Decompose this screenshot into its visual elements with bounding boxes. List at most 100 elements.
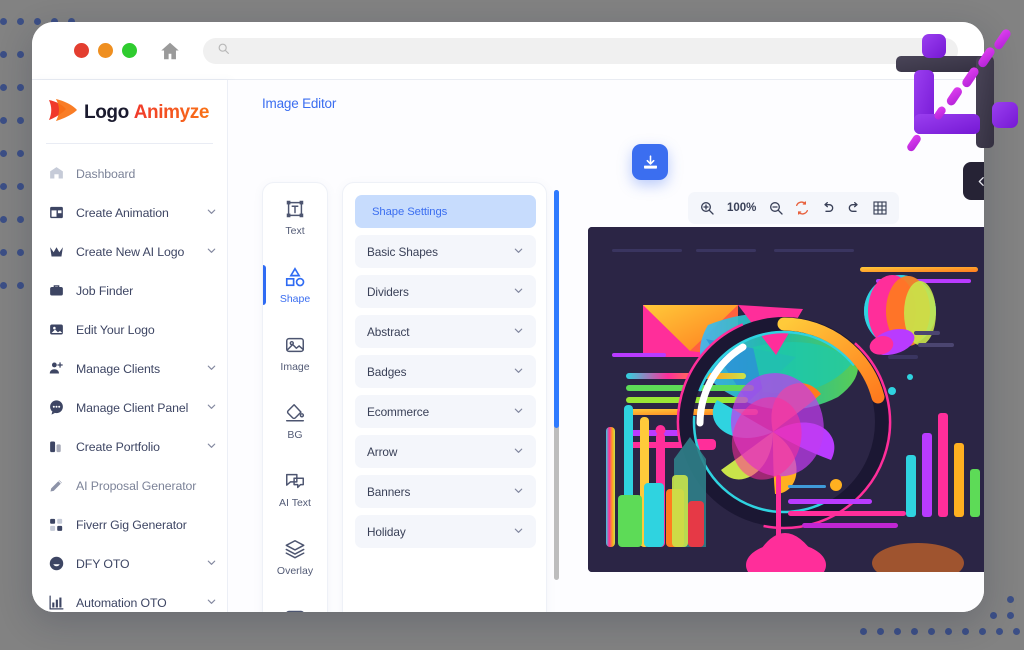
tool-bg[interactable]: BG (263, 387, 327, 455)
sidebar-item-create-portfolio[interactable]: Create Portfolio (32, 427, 227, 466)
decorative-dot (1007, 612, 1014, 619)
shape-category-list: Basic Shapes Dividers Abstract Badges Ecomme… (355, 235, 536, 548)
chevron-down-icon[interactable] (513, 443, 524, 461)
tool-youtube[interactable]: YouTube (263, 591, 327, 612)
sidebar-item-label: AI Proposal Generator (76, 478, 197, 493)
shape-category-badges[interactable]: Badges (355, 355, 536, 388)
minimize-window-button[interactable] (98, 43, 113, 58)
shape-category-basic-shapes[interactable]: Basic Shapes (355, 235, 536, 268)
sidebar-item-dashboard[interactable]: Dashboard (32, 154, 227, 193)
sidebar-divider (46, 143, 213, 144)
home-icon[interactable] (159, 40, 181, 62)
address-bar[interactable] (203, 37, 958, 64)
chevron-down-icon[interactable] (513, 523, 524, 541)
download-button[interactable] (632, 144, 668, 180)
brand-logo[interactable]: Logo Animyze (32, 80, 227, 143)
zoom-out-icon[interactable] (763, 195, 789, 221)
youtube-icon (284, 606, 306, 612)
sidebar-item-label: Manage Clients (76, 361, 161, 376)
shapes-icon (284, 266, 306, 288)
shape-category-label: Banners (367, 484, 411, 499)
decorative-dot (911, 628, 918, 635)
decorative-dot (928, 628, 935, 635)
shape-category-label: Ecommerce (367, 404, 430, 419)
undo-icon[interactable] (815, 195, 841, 221)
decorative-dot (894, 628, 901, 635)
browser-window: Logo Animyze Dashboard Create Animation Cr… (32, 22, 984, 612)
sidebar-item-fiverr-gig-generator[interactable]: Fiverr Gig Generator (32, 505, 227, 544)
pencil-icon (48, 477, 65, 494)
chevron-down-icon[interactable] (206, 399, 217, 417)
sidebar-nav: Dashboard Create Animation Create New AI L… (32, 152, 227, 612)
sidebar-item-dfy-oto[interactable]: DFY OTO (32, 544, 227, 583)
tool-image[interactable]: Image (263, 319, 327, 387)
chevron-down-icon[interactable] (513, 283, 524, 301)
shape-settings-header-label: Shape Settings (372, 205, 448, 218)
refresh-icon[interactable] (789, 195, 815, 221)
shape-category-label: Basic Shapes (367, 244, 438, 259)
tool-text[interactable]: Text (263, 183, 327, 251)
chevron-down-icon[interactable] (513, 483, 524, 501)
chevron-down-icon[interactable] (206, 243, 217, 261)
shape-category-holiday[interactable]: Holiday (355, 515, 536, 548)
sidebar-item-manage-client-panel[interactable]: Manage Client Panel (32, 388, 227, 427)
shape-category-ecommerce[interactable]: Ecommerce (355, 395, 536, 428)
shape-panel-scrollbar-thumb[interactable] (554, 190, 559, 428)
close-window-button[interactable] (74, 43, 89, 58)
chevron-down-icon[interactable] (513, 323, 524, 341)
sidebar-item-label: Dashboard (76, 166, 136, 181)
shape-category-abstract[interactable]: Abstract (355, 315, 536, 348)
chevron-down-icon[interactable] (513, 363, 524, 381)
decorative-dot (17, 183, 24, 190)
tool-ai-text[interactable]: AI Text (263, 455, 327, 523)
page-title: Image Editor (262, 96, 337, 111)
sidebar-item-create-new-ai-logo[interactable]: Create New AI Logo (32, 232, 227, 271)
shape-category-dividers[interactable]: Dividers (355, 275, 536, 308)
zoom-in-icon[interactable] (694, 195, 720, 221)
tool-shape[interactable]: Shape (263, 251, 327, 319)
shape-category-arrow[interactable]: Arrow (355, 435, 536, 468)
decorative-3d-graphic (896, 29, 1018, 152)
bar-chart-icon (48, 594, 65, 611)
text-box-icon (284, 198, 306, 220)
sidebar-item-label: Create Portfolio (76, 439, 160, 454)
redo-icon[interactable] (841, 195, 867, 221)
chevron-down-icon[interactable] (206, 594, 217, 612)
decorative-dot (1007, 596, 1014, 603)
chevron-down-icon[interactable] (206, 555, 217, 573)
chevron-down-icon[interactable] (206, 438, 217, 456)
sidebar-item-label: Create New AI Logo (76, 244, 185, 259)
decorative-dot (0, 249, 7, 256)
shape-category-label: Dividers (367, 284, 409, 299)
chevron-down-icon[interactable] (206, 360, 217, 378)
tool-label: Overlay (276, 564, 314, 577)
sidebar-item-label: Edit Your Logo (76, 322, 155, 337)
grid-blocks-icon (48, 516, 65, 533)
window-traffic-lights (74, 43, 137, 58)
sidebar-item-manage-clients[interactable]: Manage Clients (32, 349, 227, 388)
tool-label: Text (285, 224, 305, 237)
editor-canvas[interactable] (588, 227, 984, 572)
address-input[interactable] (238, 42, 944, 59)
chevron-down-icon[interactable] (513, 243, 524, 261)
sidebar-item-edit-your-logo[interactable]: Edit Your Logo (32, 310, 227, 349)
tool-overlay[interactable]: Overlay (263, 523, 327, 591)
chevron-down-icon[interactable] (206, 204, 217, 222)
sidebar-item-automation-oto[interactable]: Automation OTO (32, 583, 227, 612)
shape-settings-panel: Shape Settings Basic Shapes Dividers Abstr… (342, 182, 547, 612)
grid-icon[interactable] (867, 195, 893, 221)
paint-bucket-icon (284, 402, 306, 424)
maximize-window-button[interactable] (122, 43, 137, 58)
sidebar-item-job-finder[interactable]: Job Finder (32, 271, 227, 310)
shape-panel-scrollbar[interactable] (554, 190, 559, 580)
ai-chat-icon (284, 470, 306, 492)
chevron-down-icon[interactable] (513, 403, 524, 421)
shape-category-banners[interactable]: Banners (355, 475, 536, 508)
shape-settings-header[interactable]: Shape Settings (355, 195, 536, 228)
decorative-dot (945, 628, 952, 635)
application-root: Logo Animyze Dashboard Create Animation Cr… (32, 80, 984, 612)
sidebar-item-label: Manage Client Panel (76, 400, 189, 415)
sidebar-item-ai-proposal-generator[interactable]: AI Proposal Generator (32, 466, 227, 505)
decorative-dot (17, 249, 24, 256)
sidebar-item-create-animation[interactable]: Create Animation (32, 193, 227, 232)
